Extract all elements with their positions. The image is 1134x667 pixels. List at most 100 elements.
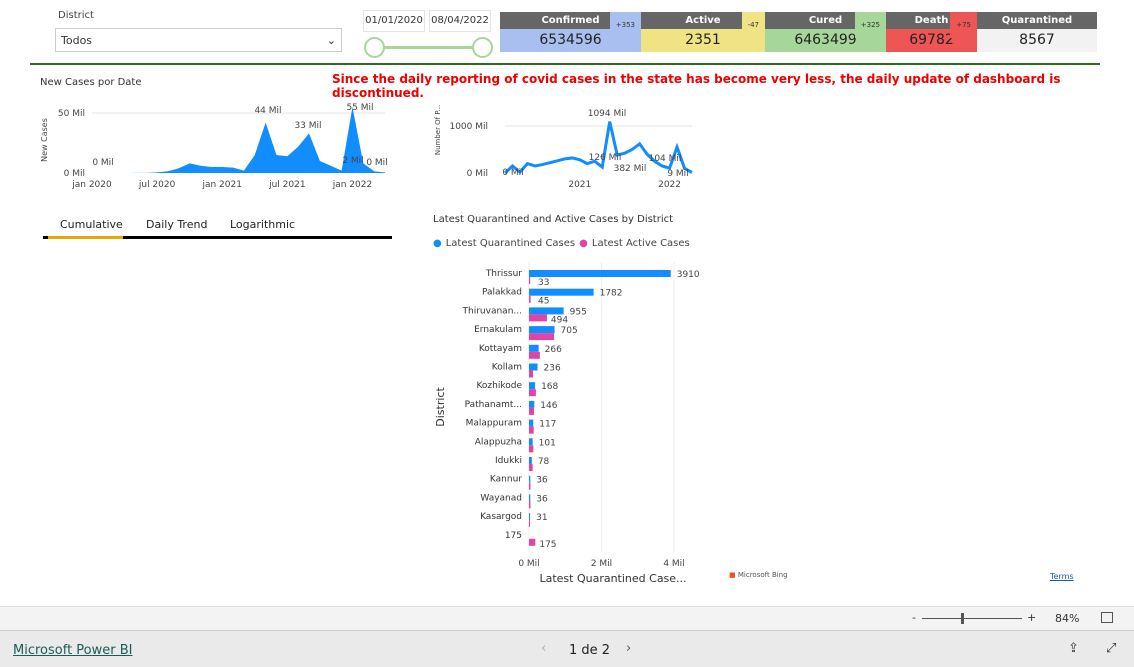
category-label: Kollam [492, 363, 522, 373]
data-label: 2 Mil [342, 156, 363, 166]
legend-active[interactable]: Latest Active Cases [592, 238, 690, 249]
end-date-input[interactable]: 08/04/2022 [429, 10, 491, 32]
bar-active [529, 445, 534, 453]
y-axis-label: District [434, 387, 447, 427]
x-tick: jul 2020 [138, 180, 176, 190]
category-label: Thiruvanan... [462, 306, 522, 316]
x-tick: 0 Mil [518, 559, 539, 569]
category-label: Malappuram [466, 419, 522, 429]
bar-quarantined [529, 494, 531, 502]
y-axis-label: Number Of P... [434, 105, 442, 155]
share-icon[interactable]: ⇪ [1068, 641, 1079, 656]
data-label: 168 [541, 382, 558, 392]
data-label: 9 Mil [667, 169, 688, 179]
kpi-delta: +75 [950, 12, 977, 38]
y-tick: 0 Mil [467, 169, 488, 179]
zoom-slider[interactable] [922, 618, 1022, 619]
kpi-delta: +325 [854, 12, 886, 38]
data-label: 104 Mil [649, 154, 682, 164]
chevron-down-icon: ⌄ [326, 34, 336, 47]
data-label: 494 [551, 315, 568, 325]
y-axis-label: New Cases [40, 118, 49, 162]
fullscreen-icon[interactable]: ⤢ [1106, 641, 1116, 656]
data-label: 36 [536, 476, 548, 486]
category-label: Thrissur [485, 269, 522, 279]
next-page-icon[interactable]: › [626, 641, 631, 656]
bar-quarantined [529, 419, 534, 427]
kpi-cured: Cured 6463499 +325 [765, 12, 886, 52]
category-label: Kasargod [480, 512, 522, 522]
tab-active-indicator [48, 236, 123, 239]
zoom-in-button[interactable]: + [1027, 611, 1036, 624]
bar-active [529, 426, 534, 434]
tab-daily-trend[interactable]: Daily Trend [146, 218, 207, 231]
bar-quarantined [529, 400, 535, 408]
data-label: 117 [539, 420, 556, 430]
date-slider-track[interactable] [374, 46, 484, 49]
slider-end-handle[interactable] [472, 37, 493, 58]
district-bar-chart: 0 Mil 2 Mil 4 Mil Latest Quarantined Case..… [434, 262, 700, 585]
bar-active [529, 314, 547, 322]
x-tick: 2021 [568, 180, 591, 190]
power-bi-link[interactable]: Microsoft Power BI [13, 643, 132, 658]
district-dropdown[interactable]: Todos ⌄ [55, 28, 342, 52]
bar-active [529, 295, 531, 303]
kpi-active: Active 2351 -47 [641, 12, 765, 52]
zoom-level: 84% [1055, 612, 1080, 625]
bar-active [529, 407, 535, 415]
bar-quarantined [529, 438, 533, 446]
tab-logarithmic[interactable]: Logarithmic [230, 218, 295, 231]
legend-quarantined[interactable]: Latest Quarantined Cases [446, 238, 575, 249]
divider [30, 63, 1100, 65]
bar-active [529, 464, 533, 471]
legend: ● Latest Quarantined Cases ● Latest Active… [433, 238, 690, 249]
category-label: Kozhikode [476, 381, 522, 391]
bar-quarantined [529, 475, 531, 483]
category-label: Pathanamt... [465, 400, 522, 410]
data-label: 33 [538, 278, 549, 288]
data-label: 236 [544, 364, 561, 374]
bar-quarantined [529, 270, 671, 277]
category-label: 175 [505, 531, 522, 541]
category-label: Kottayam [479, 344, 522, 354]
data-label: 45 [538, 297, 549, 307]
kpi-label: Quarantined [977, 12, 1097, 29]
bar-active [529, 538, 536, 546]
terms-link[interactable]: Terms [1050, 572, 1074, 581]
slider-start-handle[interactable] [364, 37, 385, 58]
zoom-bar: - + 84% [0, 606, 1134, 630]
bar-active [529, 370, 533, 378]
data-label: 55 Mil [346, 103, 373, 113]
kpi-confirmed: Confirmed 6534596 +353 [500, 12, 641, 52]
bing-logo: ■ Microsoft Bing [729, 571, 788, 579]
kpi-death: Death 69782 +75 [886, 12, 977, 52]
category-label: Idukki [495, 456, 522, 466]
x-tick: jan 2022 [332, 180, 373, 190]
kpi-quarantined: Quarantined 8567 [977, 12, 1097, 52]
prev-page-icon[interactable]: ‹ [541, 641, 546, 656]
data-label: 0 Mil [502, 168, 523, 178]
district-value: Todos [61, 34, 93, 47]
zoom-slider-handle[interactable] [961, 613, 964, 624]
bar-quarantined [529, 326, 555, 334]
data-label: 3910 [677, 270, 700, 280]
kpi-delta: +353 [609, 12, 641, 38]
bar-quarantined [529, 513, 531, 521]
bar-chart-title: Latest Quarantined and Active Cases by D… [433, 214, 674, 225]
fit-page-icon[interactable] [1101, 612, 1113, 623]
data-label: 266 [545, 345, 562, 355]
bar-active [529, 277, 531, 284]
data-label: 33 Mil [294, 121, 321, 131]
start-date-input[interactable]: 01/01/2020 [363, 10, 425, 32]
data-label: 36 [536, 494, 548, 504]
category-label: Palakkad [482, 288, 522, 298]
zoom-out-button[interactable]: - [912, 611, 916, 624]
bar-active [529, 482, 531, 490]
bar-active [529, 501, 531, 509]
bar-quarantined [529, 382, 536, 390]
number-line-chart: 0 Mil 1000 Mil Number Of P... 2021 2022 0 Mil… [434, 105, 693, 190]
data-label: 382 Mil [614, 164, 647, 174]
kpi-value: 8567 [977, 29, 1097, 52]
x-tick: 2022 [658, 180, 681, 190]
tab-cumulative[interactable]: Cumulative [60, 218, 123, 231]
